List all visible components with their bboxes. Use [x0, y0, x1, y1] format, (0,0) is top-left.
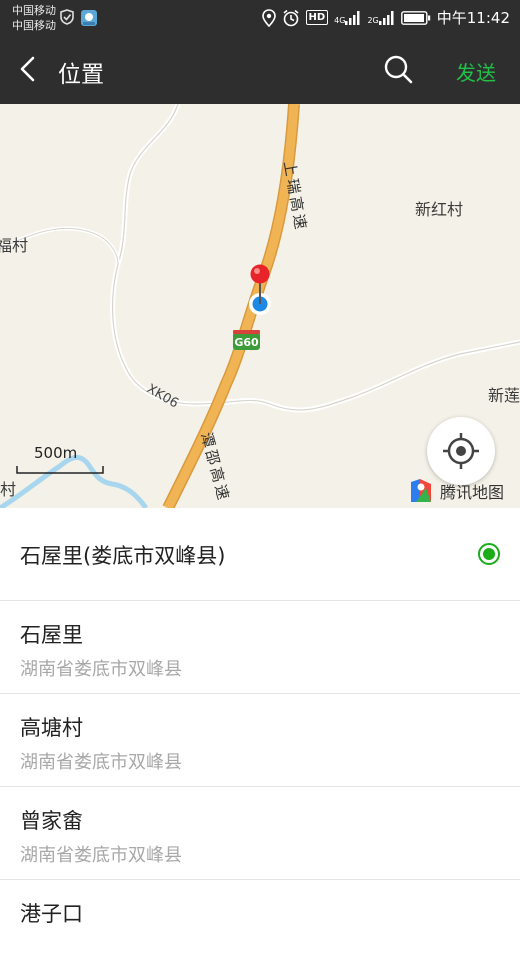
map-provider-logo: 腾讯地图: [408, 478, 504, 504]
clock: 中午11:42: [436, 9, 510, 27]
place-label: 新红村: [415, 200, 464, 219]
list-item-selected[interactable]: 石屋里(娄底市双峰县): [0, 508, 520, 601]
road-xk06-label: XK06: [144, 381, 181, 411]
network-2g-label: 2G: [367, 15, 379, 25]
location-name: 高塘村: [20, 716, 83, 740]
provider-name: 腾讯地图: [440, 483, 505, 502]
carrier-1: 中国移动: [12, 4, 56, 17]
map-scale: 500m: [16, 444, 104, 474]
signal-2g: 2G: [367, 10, 394, 25]
battery-icon: [400, 10, 430, 25]
highway: [162, 104, 300, 508]
title-bar: 位置 发送: [0, 36, 520, 104]
tencent-map-icon: [411, 479, 431, 502]
minor-road: [111, 104, 520, 411]
send-button[interactable]: 发送: [456, 57, 496, 86]
page-title: 位置: [58, 62, 104, 88]
status-bar: 中国移动 中国移动 HD 4G 2G 中午11:42: [0, 0, 520, 36]
place-label: 新莲: [488, 386, 520, 405]
locate-me-button[interactable]: [427, 417, 495, 485]
carrier-2: 中国移动: [12, 19, 56, 32]
place-label: 村: [0, 480, 17, 499]
list-item[interactable]: 曾家畬 湖南省娄底市双峰县: [0, 787, 520, 880]
shield-icon: [60, 9, 74, 25]
carrier-info: 中国移动 中国移动: [12, 3, 56, 33]
place-label: 福村: [0, 236, 29, 255]
location-address: 湖南省娄底市双峰县: [20, 752, 182, 773]
list-item[interactable]: 港子口: [0, 880, 520, 972]
scale-bar: [16, 466, 104, 474]
signal-icon: [378, 10, 394, 25]
crosshair-icon: [443, 433, 479, 469]
g60-road-shield: G60: [233, 330, 260, 350]
highway: [163, 104, 299, 508]
location-icon: [261, 8, 276, 27]
location-name: 石屋里: [20, 623, 83, 647]
selected-check-icon: [478, 543, 500, 565]
signal-4g: 4G: [334, 10, 361, 25]
search-icon[interactable]: [383, 54, 413, 84]
location-list: 石屋里(娄底市双峰县) 石屋里 湖南省娄底市双峰县 高塘村 湖南省娄底市双峰县 …: [0, 508, 520, 972]
status-right: HD 4G 2G 中午11:42: [261, 7, 510, 28]
highway-label-lower: 潭邵高速: [197, 430, 233, 504]
minor-road: [110, 104, 520, 413]
network-4g-label: 4G: [334, 15, 346, 25]
map-view[interactable]: G60 上瑞高速 潭邵高速 XK06 新红村 福村 新莲 村 500m 腾讯地图: [0, 104, 520, 508]
status-left-icons: [60, 9, 98, 27]
back-arrow-icon[interactable]: [14, 54, 44, 84]
list-item[interactable]: 高塘村 湖南省娄底市双峰县: [0, 694, 520, 787]
signal-icon: [345, 10, 360, 25]
location-address: 湖南省娄底市双峰县: [20, 845, 182, 866]
app-notification-icon: [81, 10, 97, 26]
alarm-icon: [282, 9, 299, 26]
location-name: 石屋里(娄底市双峰县): [20, 544, 226, 568]
g60-label: G60: [234, 336, 259, 349]
location-name: 曾家畬: [20, 809, 83, 833]
location-address: 湖南省娄底市双峰县: [20, 659, 182, 680]
hd-badge: HD: [305, 10, 329, 25]
list-item[interactable]: 石屋里 湖南省娄底市双峰县: [0, 601, 520, 694]
